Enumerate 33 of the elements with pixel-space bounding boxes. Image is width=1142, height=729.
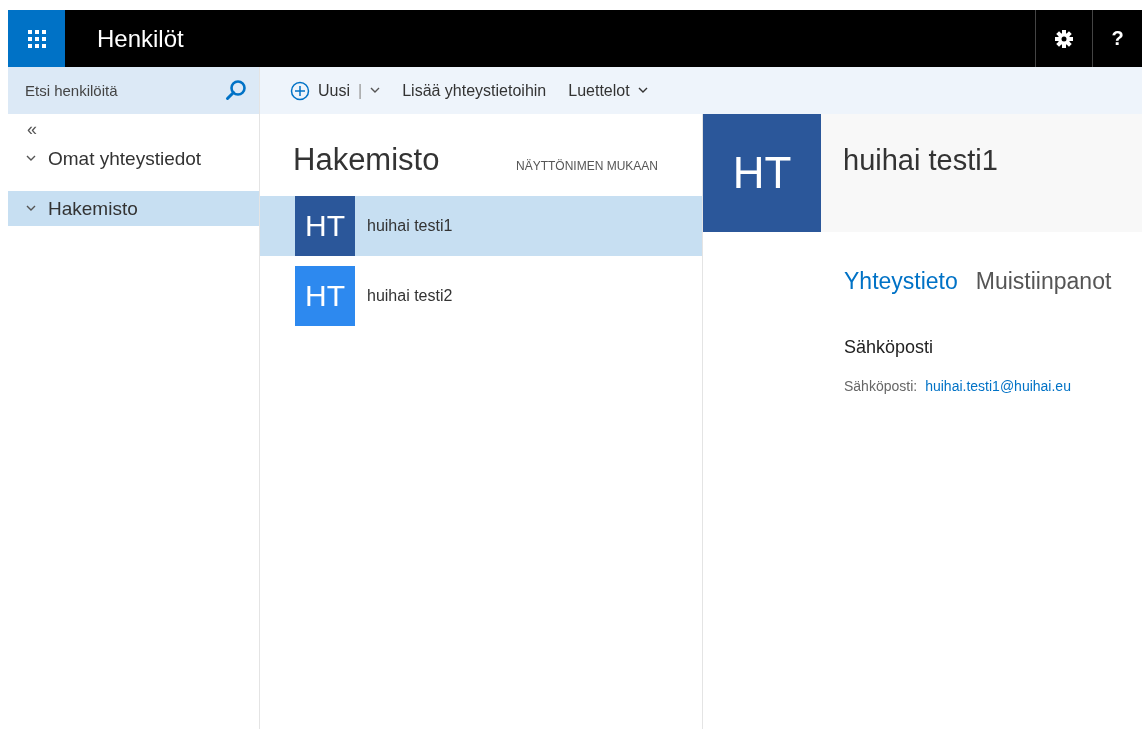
app-title: Henkilöt bbox=[97, 24, 185, 53]
add-to-contacts-button[interactable]: Lisää yhteystietoihin bbox=[402, 77, 547, 104]
contact-name: huihai testi2 bbox=[367, 287, 453, 305]
chevron-down-icon bbox=[26, 155, 36, 162]
new-button[interactable]: Uusi bbox=[290, 76, 350, 105]
contact-avatar: HT bbox=[703, 114, 821, 232]
detail-tab[interactable]: Yhteystieto bbox=[844, 268, 958, 295]
email-link[interactable]: huihai.testi1@huihai.eu bbox=[925, 378, 1071, 394]
search-icon bbox=[225, 79, 247, 101]
contact-name: huihai testi1 bbox=[367, 217, 453, 235]
grid-icon bbox=[27, 29, 46, 48]
chevron-down-icon bbox=[370, 87, 381, 94]
contact-avatar: HT bbox=[295, 196, 355, 256]
settings-icon bbox=[1054, 28, 1074, 49]
sort-button[interactable]: NÄYTTÖNIMEN MUKAAN bbox=[516, 159, 658, 173]
toolbar-separator: | bbox=[358, 81, 363, 100]
detail-tab[interactable]: Muistiinpanot bbox=[975, 268, 1112, 295]
collapse-button[interactable]: « bbox=[27, 120, 37, 138]
contact-name: huihai testi1 bbox=[843, 144, 998, 178]
field-label: Sähköposti: bbox=[844, 378, 918, 394]
list-title: Hakemisto bbox=[293, 142, 440, 178]
section-heading: Sähköposti bbox=[844, 337, 935, 358]
lists-button[interactable]: Luettelot bbox=[568, 77, 648, 104]
contact-row[interactable]: HT huihai testi1 bbox=[260, 196, 702, 256]
search-field[interactable]: Etsi henkilöitä bbox=[8, 67, 259, 114]
folder-item[interactable]: Omat yhteystiedot bbox=[8, 141, 259, 176]
chevron-down-icon bbox=[637, 87, 648, 94]
chevron-down-icon bbox=[26, 205, 36, 212]
contact-avatar: HT bbox=[295, 266, 355, 326]
contact-row[interactable]: HT huihai testi2 bbox=[260, 266, 702, 326]
folder-item[interactable]: Hakemisto bbox=[8, 191, 259, 226]
plus-circle-icon bbox=[290, 80, 310, 101]
app-launcher-button[interactable] bbox=[8, 10, 65, 67]
